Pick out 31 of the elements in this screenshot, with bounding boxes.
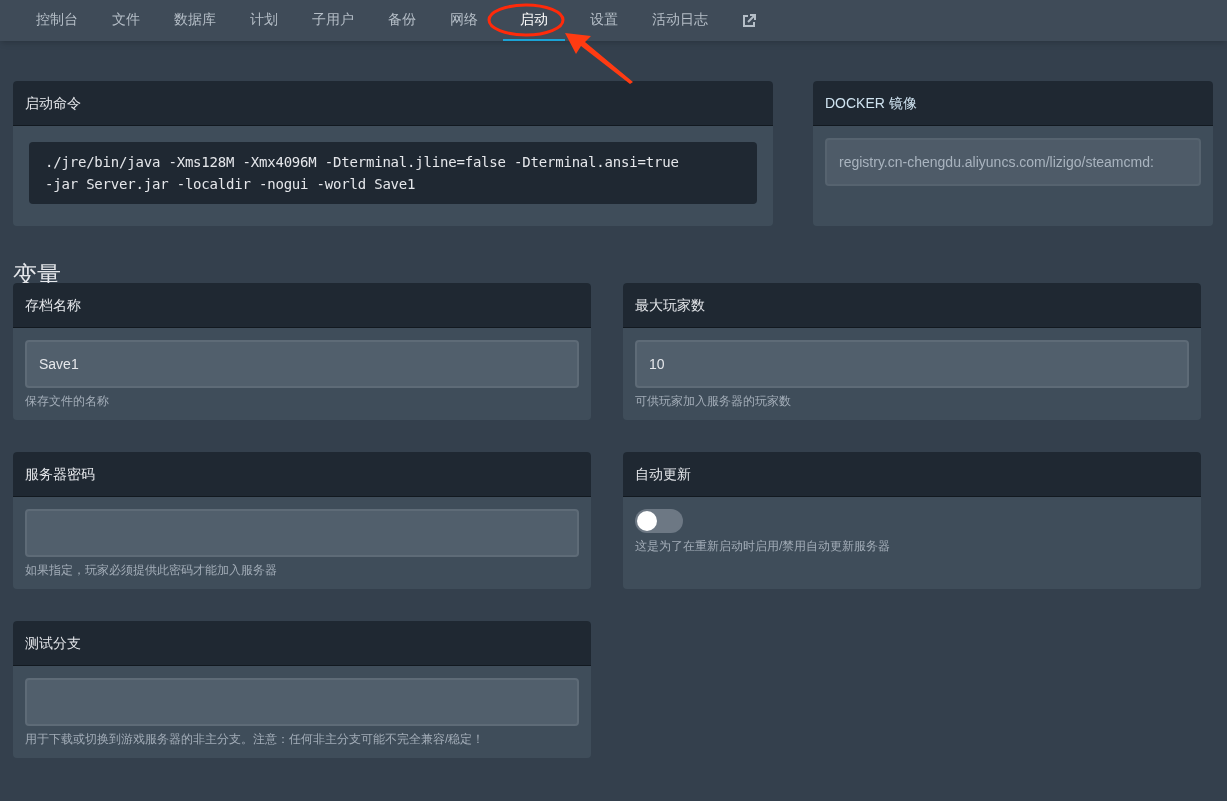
external-link-icon[interactable] (742, 13, 756, 28)
nav-tab[interactable]: 启动 (503, 0, 565, 41)
input-field[interactable]: Save1 (25, 340, 579, 388)
input-field[interactable] (25, 678, 579, 726)
card-title: 自动更新 (635, 464, 691, 484)
command-block: ./jre/bin/java -Xms128M -Xmx4096M -Dterminal.jline=false -Dterminal.ansi=true -jar Server.jar -localdir -nogui -world Save1 (29, 142, 757, 204)
card-title: 启动命令 (25, 93, 81, 113)
annotation-arrow (565, 30, 635, 84)
nav-tab[interactable]: 设置 (573, 0, 635, 41)
nav-tab[interactable]: 控制台 (19, 0, 95, 41)
card-title: DOCKER 镜像 (825, 93, 917, 113)
nav-tab[interactable]: 活动日志 (635, 0, 725, 41)
help-text: 如果指定，玩家必须提供此密码才能加入服务器 (25, 562, 277, 579)
help-text: 用于下载或切换到游戏服务器的非主分支。注意：任何非主分支可能不完全兼容/稳定！ (25, 731, 485, 748)
nav-tab[interactable]: 网络 (433, 0, 495, 41)
toggle-switch[interactable] (635, 509, 683, 533)
card-title: 测试分支 (25, 633, 81, 653)
card-title: 存档名称 (25, 295, 81, 315)
nav-tab[interactable]: 子用户 (295, 0, 371, 41)
help-text: 这是为了在重新启动时启用/禁用自动更新服务器 (635, 538, 891, 555)
nav-tab[interactable]: 计划 (233, 0, 295, 41)
nav-tab[interactable]: 备份 (371, 0, 433, 41)
nav-tab[interactable]: 文件 (95, 0, 157, 41)
help-text: 可供玩家加入服务器的玩家数 (635, 393, 791, 410)
image-field[interactable]: registry.cn-chengdu.aliyuncs.com/lizigo/steamcmd: (825, 138, 1201, 186)
help-text: 保存文件的名称 (25, 393, 109, 410)
card-title: 最大玩家数 (635, 295, 705, 315)
nav-tab[interactable]: 数据库 (157, 0, 233, 41)
card-title: 服务器密码 (25, 464, 95, 484)
input-field[interactable] (25, 509, 579, 557)
input-field[interactable]: 10 (635, 340, 1189, 388)
